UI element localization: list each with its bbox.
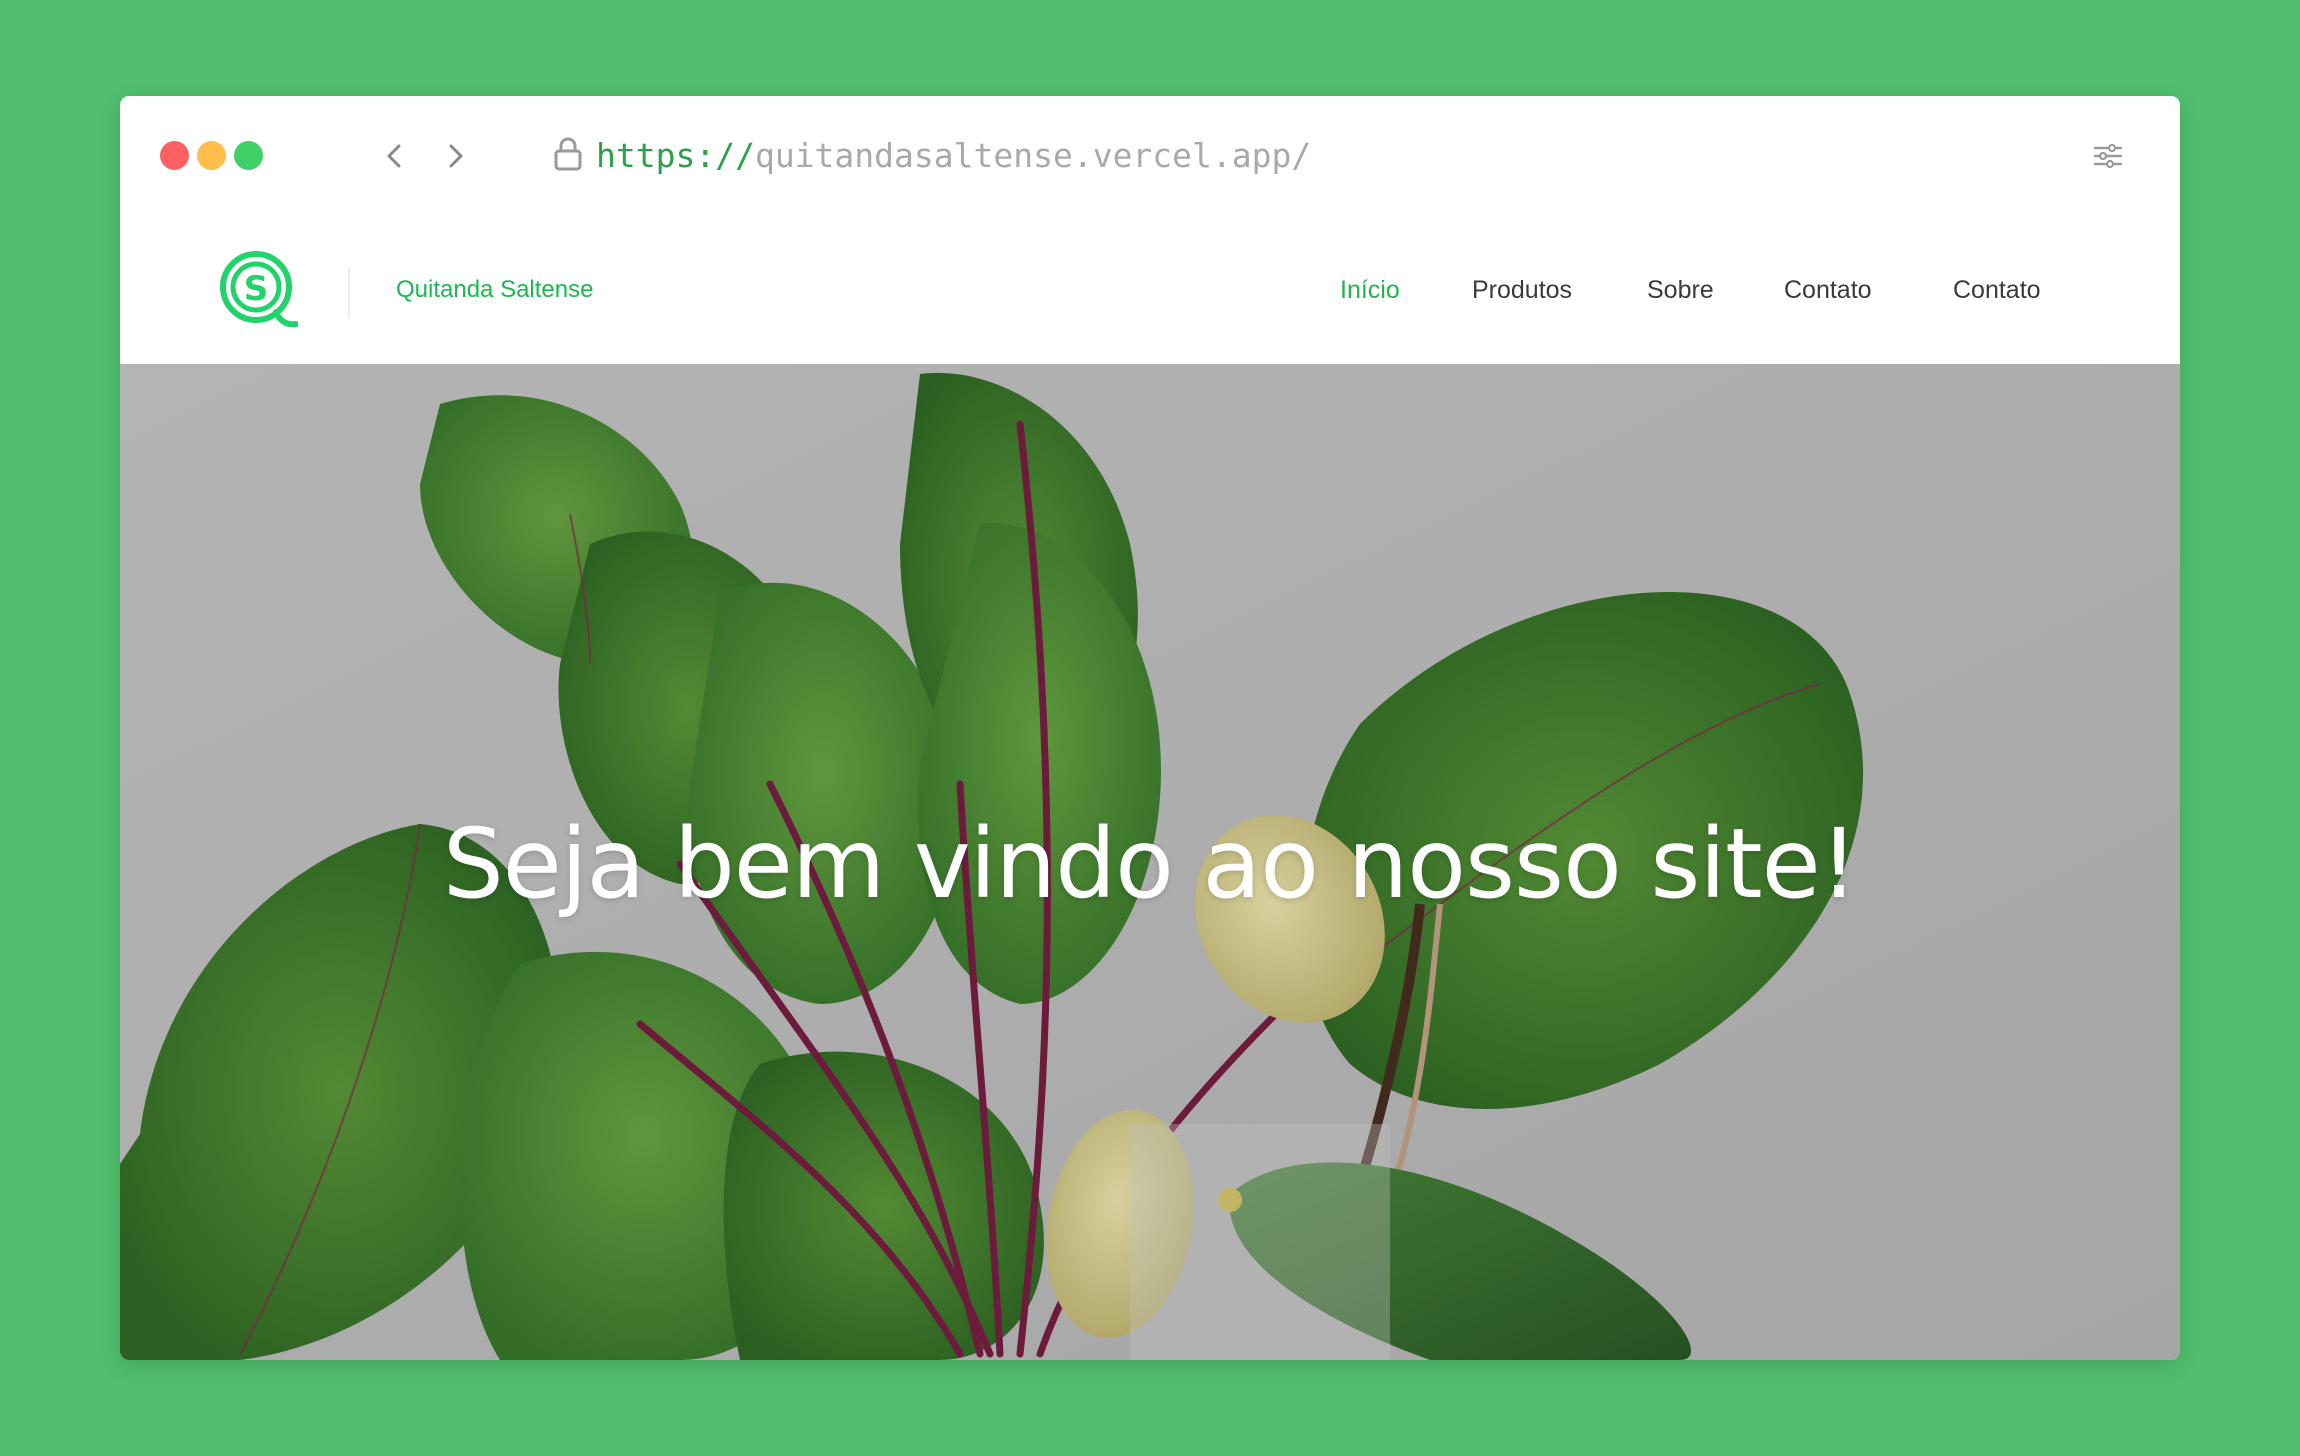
hero-title: Seja bem vindo ao nosso site! [442,808,1858,920]
sliders-icon [2093,143,2123,169]
url-host: quitandasaltense.vercel.app/ [754,136,1312,175]
chevron-left-icon [387,144,401,168]
maximize-window-button[interactable] [234,141,263,170]
forward-button[interactable] [432,132,480,180]
lock-icon [554,137,582,171]
hero-section: Seja bem vindo ao nosso site! [120,364,2180,1360]
close-window-button[interactable] [160,141,189,170]
nav-item-contato-2[interactable]: Contato [1953,270,2041,310]
nav-item-inicio[interactable]: Início [1340,270,1400,310]
back-button[interactable] [370,132,418,180]
minimize-window-button[interactable] [197,141,226,170]
logo-letter: S [244,269,269,309]
address-bar[interactable]: https://quitandasaltense.vercel.app/ [596,132,1311,180]
header-divider [348,268,350,318]
site-logo[interactable]: S [218,248,298,332]
url-protocol: https:// [596,136,755,175]
nav-item-contato[interactable]: Contato [1784,270,1872,310]
brand-name[interactable]: Quitanda Saltense [396,270,593,310]
nav-item-sobre[interactable]: Sobre [1647,270,1714,310]
window-controls [160,141,263,170]
chevron-right-icon [449,144,463,168]
nav-item-produtos[interactable]: Produtos [1472,270,1572,310]
settings-button[interactable] [2084,132,2132,180]
